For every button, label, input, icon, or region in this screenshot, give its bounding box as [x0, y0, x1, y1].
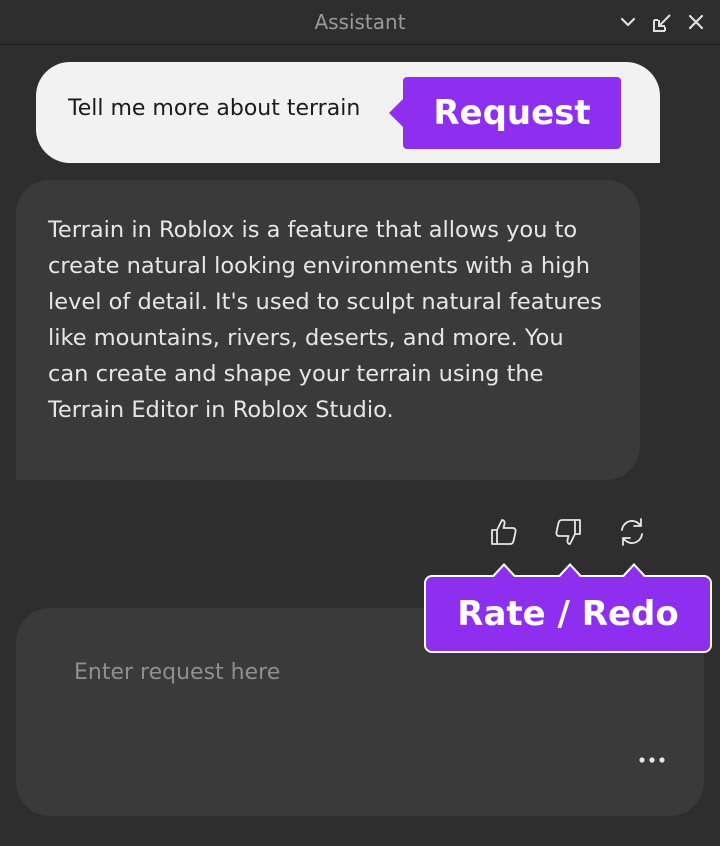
thumbs-up-icon[interactable]: [488, 516, 520, 548]
chevron-down-icon[interactable]: [618, 12, 638, 32]
callout-pointer: [557, 563, 583, 578]
rate-redo-callout: Rate / Redo: [424, 563, 712, 653]
titlebar: Assistant: [0, 0, 720, 45]
user-message-text: Tell me more about terrain: [68, 96, 361, 121]
redo-icon[interactable]: [616, 516, 648, 548]
callout-pointer: [491, 563, 517, 578]
more-options-icon[interactable]: [636, 748, 668, 772]
assistant-window: Assistant Tell me more about terrain Req…: [0, 0, 720, 846]
callout-pointer: [621, 563, 647, 578]
close-icon[interactable]: [686, 12, 706, 32]
request-callout: Request: [389, 77, 621, 149]
window-title: Assistant: [314, 10, 406, 34]
rate-redo-label: Rate / Redo: [457, 594, 679, 634]
undock-icon[interactable]: [651, 12, 671, 32]
assistant-reply-bubble: Terrain in Roblox is a feature that allo…: [16, 180, 640, 480]
request-input[interactable]: [74, 652, 634, 692]
thumbs-down-icon[interactable]: [552, 516, 584, 548]
assistant-reply-text: Terrain in Roblox is a feature that allo…: [48, 217, 602, 423]
